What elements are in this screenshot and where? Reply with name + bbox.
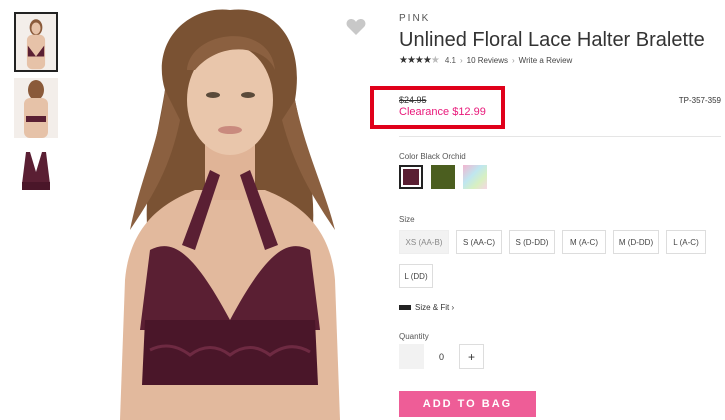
reviews-link[interactable]: 10 Reviews: [467, 56, 508, 65]
color-label: Color Black Orchid: [399, 152, 466, 161]
thumbnail-front-image: [16, 14, 56, 70]
thumbnail-back[interactable]: [14, 78, 58, 138]
thumbnail-product-only[interactable]: [14, 144, 58, 204]
chevron-right-icon: ›: [459, 56, 463, 65]
brand-name: PINK: [399, 13, 431, 24]
thumbnail-product-image: [14, 144, 58, 204]
size-option-m-a-c[interactable]: M (A-C): [562, 230, 606, 254]
main-product-image: [70, 0, 380, 420]
star-rating-icon: ★★★★★: [399, 55, 440, 66]
write-review-link[interactable]: Write a Review: [519, 56, 573, 65]
rating-row: ★★★★★ 4.1 › 10 Reviews › Write a Review: [399, 55, 572, 66]
quantity-decrease-button[interactable]: [399, 344, 424, 369]
product-title: Unlined Floral Lace Halter Bralette: [399, 29, 705, 51]
original-price: $24.95: [399, 95, 427, 105]
size-fit-label: Size & Fit ›: [415, 303, 455, 312]
size-option-s-d-dd[interactable]: S (D-DD): [509, 230, 555, 254]
size-option-l-dd[interactable]: L (DD): [399, 264, 433, 288]
thumbnail-back-image: [14, 78, 58, 138]
thumbnail-front[interactable]: [14, 12, 58, 72]
chevron-right-icon: ›: [511, 56, 515, 65]
size-label: Size: [399, 215, 415, 224]
swatch-olive[interactable]: [431, 165, 455, 189]
size-option-l-a-c[interactable]: L (A-C): [666, 230, 706, 254]
quantity-increase-button[interactable]: +: [459, 344, 484, 369]
size-option-xs-aa-b[interactable]: XS (AA-B): [399, 230, 449, 254]
swatch-fill: [463, 165, 487, 189]
swatch-tie-dye[interactable]: [463, 165, 487, 189]
rating-value: 4.1: [444, 56, 456, 65]
thumbnail-list: [14, 12, 62, 210]
swatch-fill: [403, 169, 419, 185]
quantity-value: 0: [438, 351, 444, 362]
size-option-m-d-dd[interactable]: M (D-DD): [613, 230, 659, 254]
swatch-black-orchid[interactable]: [399, 165, 423, 189]
add-to-bag-button[interactable]: ADD TO BAG: [399, 391, 536, 417]
model-photo: [70, 0, 380, 420]
clearance-price: Clearance $12.99: [399, 106, 486, 118]
color-swatches: [399, 165, 487, 189]
size-fit-link[interactable]: Size & Fit ›: [399, 303, 454, 312]
divider: [399, 136, 721, 137]
ruler-icon: [399, 305, 411, 310]
quantity-label: Quantity: [399, 332, 429, 341]
product-sku: TP-357-359: [678, 96, 721, 105]
swatch-fill: [431, 165, 455, 189]
size-option-s-aa-c[interactable]: S (AA-C): [456, 230, 502, 254]
heart-icon[interactable]: [346, 18, 366, 36]
